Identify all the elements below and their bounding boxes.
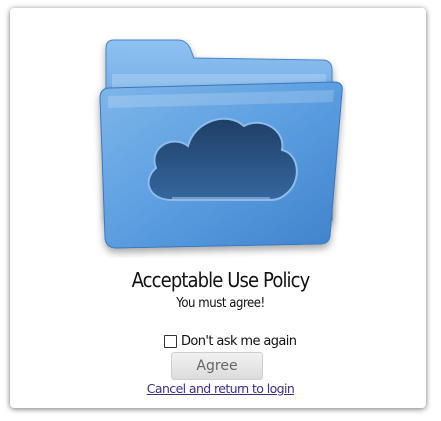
dont-ask-again-row[interactable]: Don't ask me again (164, 332, 297, 350)
cancel-link[interactable]: Cancel and return to login (0, 381, 441, 396)
cloud-folder-icon (99, 39, 343, 249)
subtitle: You must agree! (176, 296, 265, 311)
page-title: Acceptable Use Policy (131, 268, 311, 292)
agree-button[interactable]: Agree (171, 352, 263, 380)
dont-ask-again-label: Don't ask me again (181, 333, 297, 349)
dont-ask-again-checkbox[interactable] (164, 334, 177, 348)
